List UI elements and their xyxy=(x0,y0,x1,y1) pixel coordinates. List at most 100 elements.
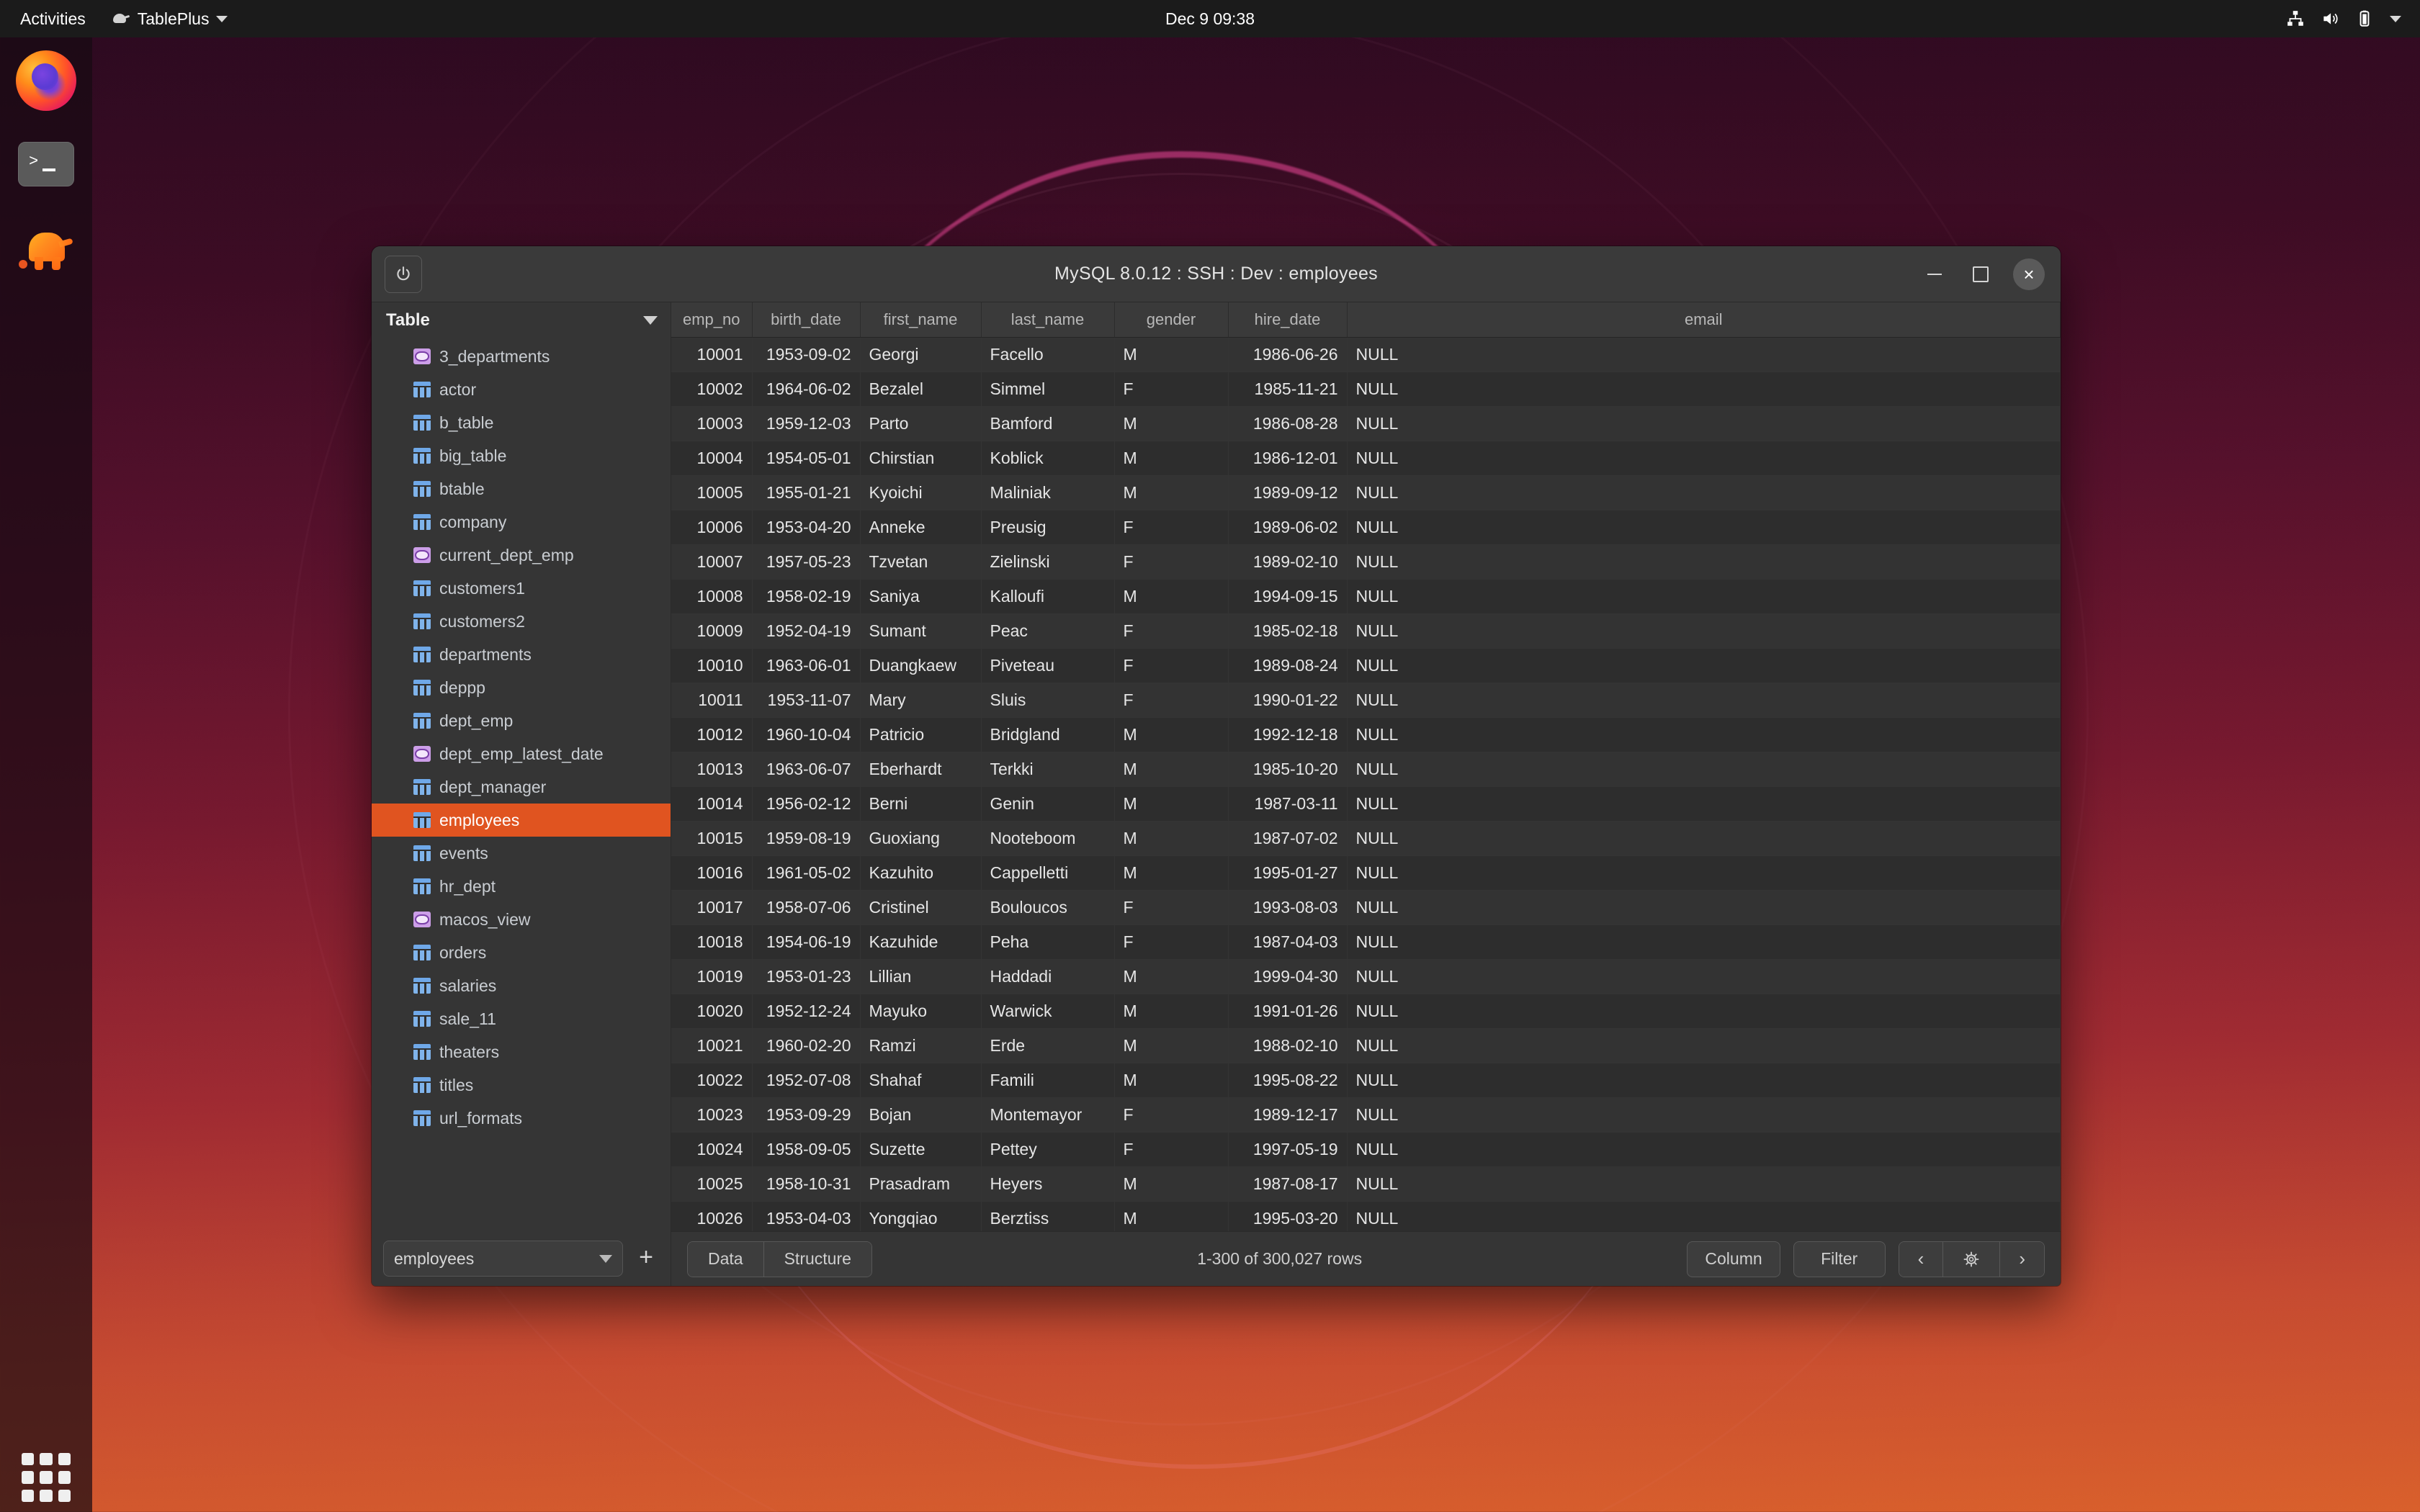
table-list-item[interactable]: macos_view xyxy=(372,903,671,936)
table-cell[interactable]: 1958-09-05 xyxy=(752,1132,861,1167)
table-cell[interactable]: 1987-08-17 xyxy=(1228,1166,1348,1202)
table-cell[interactable]: 1964-06-02 xyxy=(752,372,861,407)
table-row[interactable]: 10006 1953-04-20 Anneke Preusig F 1989-06-02 N… xyxy=(671,510,2061,545)
table-cell[interactable]: 1956-02-12 xyxy=(752,786,861,822)
table-cell[interactable]: NULL xyxy=(1347,752,2061,787)
table-cell[interactable]: Eberhardt xyxy=(860,752,982,787)
table-cell[interactable]: 1994-09-15 xyxy=(1228,579,1348,614)
table-cell[interactable]: 1993-08-03 xyxy=(1228,890,1348,925)
sidebar-header[interactable]: Table xyxy=(372,302,671,338)
table-list-item[interactable]: current_dept_emp xyxy=(372,539,671,572)
table-cell[interactable]: 1985-10-20 xyxy=(1228,752,1348,787)
table-cell[interactable]: 1958-10-31 xyxy=(752,1166,861,1202)
table-list-item[interactable]: url_formats xyxy=(372,1102,671,1135)
grid-column-header[interactable]: birth_date xyxy=(752,302,861,338)
close-button[interactable]: × xyxy=(2013,258,2045,290)
table-cell[interactable]: 1963-06-01 xyxy=(752,648,861,683)
table-list-item[interactable]: big_table xyxy=(372,439,671,472)
table-cell[interactable]: 1991-01-26 xyxy=(1228,994,1348,1029)
table-cell[interactable]: 1958-02-19 xyxy=(752,579,861,614)
table-cell[interactable]: 1995-08-22 xyxy=(1228,1063,1348,1098)
table-list-item[interactable]: departments xyxy=(372,638,671,671)
table-cell[interactable]: 1995-01-27 xyxy=(1228,855,1348,891)
table-cell[interactable]: F xyxy=(1114,613,1229,649)
table-cell[interactable]: NULL xyxy=(1347,683,2061,718)
table-cell[interactable]: Bamford xyxy=(981,406,1115,441)
table-list-item[interactable]: dept_emp_latest_date xyxy=(372,737,671,770)
grid-column-header[interactable]: gender xyxy=(1114,302,1229,338)
table-row[interactable]: 10012 1960-10-04 Patricio Bridgland M 1992-12… xyxy=(671,717,2061,752)
table-cell[interactable]: Kazuhito xyxy=(860,855,982,891)
table-row[interactable]: 10013 1963-06-07 Eberhardt Terkki M 1985-10-2… xyxy=(671,752,2061,787)
table-cell[interactable]: NULL xyxy=(1347,544,2061,580)
pagination-controls[interactable]: ‹ › xyxy=(1898,1241,2045,1277)
table-cell[interactable]: NULL xyxy=(1347,959,2061,994)
table-cell[interactable]: 1989-12-17 xyxy=(1228,1097,1348,1133)
table-cell[interactable]: 10005 xyxy=(671,475,753,510)
table-cell[interactable]: NULL xyxy=(1347,855,2061,891)
table-cell[interactable]: Facello xyxy=(981,337,1115,372)
table-cell[interactable]: Yongqiao xyxy=(860,1201,982,1231)
table-cell[interactable]: M xyxy=(1114,821,1229,856)
table-cell[interactable]: F xyxy=(1114,648,1229,683)
table-cell[interactable]: 1954-06-19 xyxy=(752,924,861,960)
table-row[interactable]: 10005 1955-01-21 Kyoichi Maliniak M 1989-09-1… xyxy=(671,475,2061,510)
next-page-button[interactable]: › xyxy=(2000,1241,2044,1277)
table-cell[interactable]: Famili xyxy=(981,1063,1115,1098)
table-cell[interactable]: 1986-06-26 xyxy=(1228,337,1348,372)
show-applications-icon[interactable] xyxy=(22,1453,71,1502)
table-cell[interactable]: NULL xyxy=(1347,1063,2061,1098)
table-cell[interactable]: 10002 xyxy=(671,372,753,407)
table-row[interactable]: 10009 1952-04-19 Sumant Peac F 1985-02-18 NULL xyxy=(671,613,2061,649)
table-cell[interactable]: NULL xyxy=(1347,890,2061,925)
table-cell[interactable]: Patricio xyxy=(860,717,982,752)
table-cell[interactable]: 1988-02-10 xyxy=(1228,1028,1348,1063)
table-cell[interactable]: Duangkaew xyxy=(860,648,982,683)
table-list-item[interactable]: titles xyxy=(372,1068,671,1102)
table-cell[interactable]: Mayuko xyxy=(860,994,982,1029)
table-cell[interactable]: 10001 xyxy=(671,337,753,372)
table-cell[interactable]: 1989-09-12 xyxy=(1228,475,1348,510)
table-cell[interactable]: Cappelletti xyxy=(981,855,1115,891)
table-cell[interactable]: 10017 xyxy=(671,890,753,925)
table-cell[interactable]: M xyxy=(1114,1166,1229,1202)
table-list-item[interactable]: 3_departments xyxy=(372,340,671,373)
table-cell[interactable]: Bouloucos xyxy=(981,890,1115,925)
table-cell[interactable]: Lillian xyxy=(860,959,982,994)
table-cell[interactable]: Guoxiang xyxy=(860,821,982,856)
table-cell[interactable]: 1987-04-03 xyxy=(1228,924,1348,960)
table-row[interactable]: 10010 1963-06-01 Duangkaew Piveteau F 1989-08… xyxy=(671,648,2061,683)
table-cell[interactable]: 1997-05-19 xyxy=(1228,1132,1348,1167)
table-cell[interactable]: F xyxy=(1114,924,1229,960)
table-list-item[interactable]: dept_manager xyxy=(372,770,671,804)
table-cell[interactable]: 10014 xyxy=(671,786,753,822)
table-row[interactable]: 10011 1953-11-07 Mary Sluis F 1990-01-22 NULL xyxy=(671,683,2061,718)
table-cell[interactable]: Piveteau xyxy=(981,648,1115,683)
table-cell[interactable]: M xyxy=(1114,475,1229,510)
grid-column-header[interactable]: first_name xyxy=(860,302,982,338)
table-row[interactable]: 10001 1953-09-02 Georgi Facello M 1986-06-26 N… xyxy=(671,337,2061,372)
table-row[interactable]: 10016 1961-05-02 Kazuhito Cappelletti M 1995-… xyxy=(671,855,2061,891)
table-cell[interactable]: F xyxy=(1114,1132,1229,1167)
table-cell[interactable]: 10009 xyxy=(671,613,753,649)
table-cell[interactable]: NULL xyxy=(1347,994,2061,1029)
table-cell[interactable]: 10018 xyxy=(671,924,753,960)
table-cell[interactable]: NULL xyxy=(1347,510,2061,545)
table-cell[interactable]: M xyxy=(1114,337,1229,372)
table-list-item[interactable]: orders xyxy=(372,936,671,969)
refresh-button[interactable] xyxy=(1943,1241,2001,1277)
table-cell[interactable]: Saniya xyxy=(860,579,982,614)
dock-item-firefox[interactable] xyxy=(12,46,81,115)
table-cell[interactable]: F xyxy=(1114,1097,1229,1133)
table-cell[interactable]: 10011 xyxy=(671,683,753,718)
table-cell[interactable]: Genin xyxy=(981,786,1115,822)
table-list-item[interactable]: theaters xyxy=(372,1035,671,1068)
table-cell[interactable]: Sluis xyxy=(981,683,1115,718)
view-mode-tabs[interactable]: Data Structure xyxy=(687,1241,872,1277)
table-cell[interactable]: Terkki xyxy=(981,752,1115,787)
grid-column-header[interactable]: last_name xyxy=(981,302,1115,338)
table-cell[interactable]: Berztiss xyxy=(981,1201,1115,1231)
table-cell[interactable]: 1953-01-23 xyxy=(752,959,861,994)
table-list[interactable]: 3_departments actor b_table big_table btable… xyxy=(372,338,671,1231)
table-cell[interactable]: 1953-04-03 xyxy=(752,1201,861,1231)
